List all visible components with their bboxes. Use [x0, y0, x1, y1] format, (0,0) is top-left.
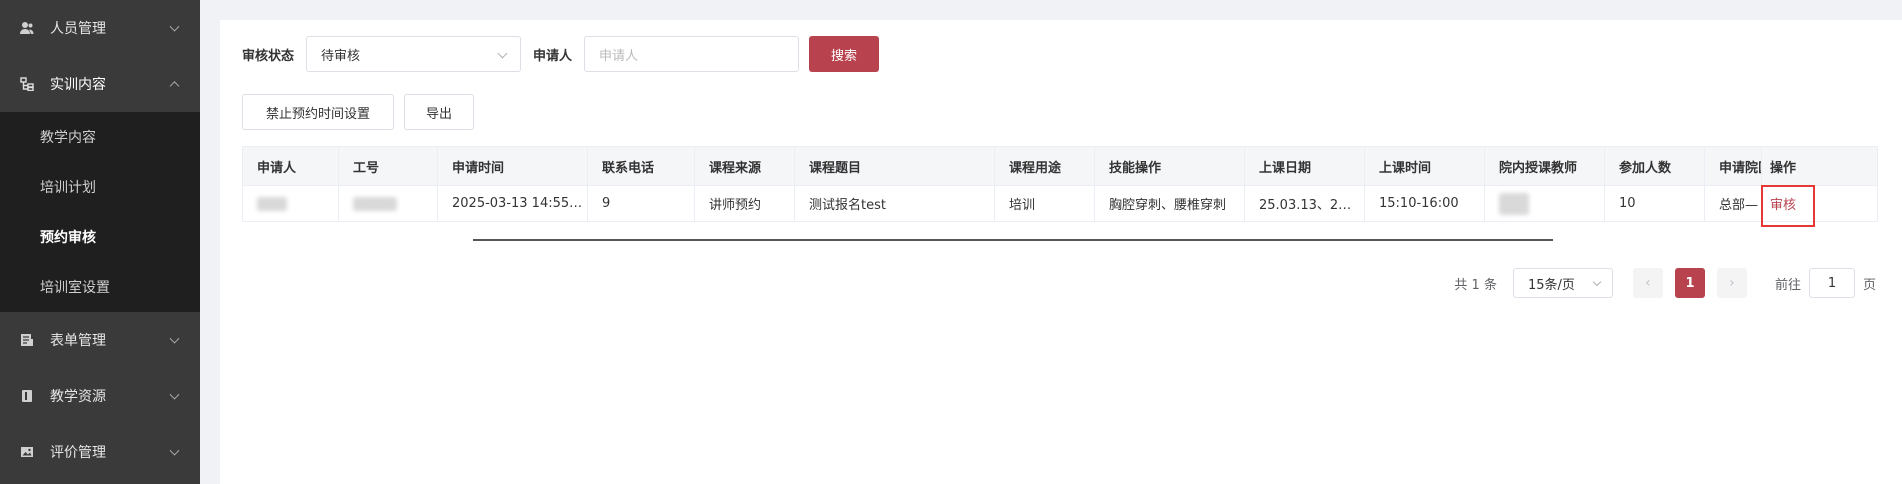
form-icon: [20, 333, 34, 347]
cell-source: 讲师预约: [695, 186, 795, 221]
cell-apply-time: 2025-03-13 14:55…: [438, 186, 588, 221]
next-page-button[interactable]: ›: [1716, 268, 1747, 298]
chevron-down-icon: [169, 333, 180, 344]
chevron-down-icon: [497, 48, 508, 59]
cell-time: 15:10-16:00: [1365, 186, 1485, 221]
chevron-down-icon: [1592, 277, 1602, 287]
page-size-select[interactable]: 15条/页: [1512, 268, 1613, 298]
cell-teacher: [1485, 186, 1605, 221]
submenu-item-booking-review[interactable]: 预约审核: [0, 212, 200, 262]
applicant-filter-label: 申请人: [533, 48, 573, 64]
jump-suffix: 页: [1862, 277, 1876, 293]
main-panel: 审核状态 待审核 申请人 申请人 搜索 禁止预约时间设置 导出 申请人 工号 申…: [220, 20, 1902, 484]
cell-count: 10: [1605, 186, 1705, 221]
column-header[interactable]: 参加人数: [1605, 147, 1705, 185]
cell-applicant: [243, 186, 339, 221]
submenu-item-teaching-content[interactable]: 教学内容: [0, 112, 200, 162]
applicant-input[interactable]: 申请人: [584, 36, 800, 72]
column-header[interactable]: 上课日期: [1245, 147, 1365, 185]
page-jump-input[interactable]: 1: [1808, 268, 1855, 298]
menu-item-evaluation[interactable]: 评价管理: [0, 424, 200, 480]
table-header-row: 申请人 工号 申请时间 联系电话 课程来源 课程题目 课程用途 技能操作 上课日…: [243, 147, 1877, 185]
column-header[interactable]: 技能操作: [1095, 147, 1245, 185]
cell-skills: 胸腔穿刺、腰椎穿刺: [1095, 186, 1245, 221]
chevron-down-icon: [169, 445, 180, 456]
search-button[interactable]: 搜索: [809, 36, 880, 72]
export-button[interactable]: 导出: [404, 94, 474, 130]
jump-prefix: 前往: [1774, 277, 1801, 293]
sidebar: 人员管理 实训内容 教学内容 培训计划 预约审核 培训室设置 表单管理 教学资源…: [0, 0, 200, 484]
column-header[interactable]: 院内授课教师: [1485, 147, 1605, 185]
pagination-total: 共 1 条: [1454, 277, 1497, 293]
menu-item-teaching-resources[interactable]: 教学资源: [0, 368, 200, 424]
column-header[interactable]: 课程题目: [795, 147, 995, 185]
cell-phone: 9: [588, 186, 695, 221]
redacted-job-no: [353, 196, 397, 211]
cell-usage: 培训: [995, 186, 1095, 221]
submenu-item-training-plan[interactable]: 培训计划: [0, 162, 200, 212]
column-header[interactable]: 上课时间: [1365, 147, 1485, 185]
submenu-training-content: 教学内容 培训计划 预约审核 培训室设置: [0, 112, 200, 312]
column-header[interactable]: 申请人: [243, 147, 339, 185]
filter-bar: 审核状态 待审核 申请人 申请人 搜索: [242, 36, 880, 72]
tree-icon: [20, 77, 34, 91]
page-size-value: 15条/页: [1527, 277, 1575, 293]
disable-booking-time-button[interactable]: 禁止预约时间设置: [242, 94, 394, 130]
booking-table: 申请人 工号 申请时间 联系电话 课程来源 课程题目 课程用途 技能操作 上课日…: [242, 146, 1878, 222]
column-header: 操作: [1770, 160, 1797, 176]
column-header[interactable]: 申请时间: [438, 147, 588, 185]
horizontal-scrollbar[interactable]: [473, 239, 1553, 241]
users-icon: [20, 21, 34, 35]
menu-item-personnel[interactable]: 人员管理: [0, 0, 200, 56]
cell-job-no: [339, 186, 438, 221]
column-header[interactable]: 课程来源: [695, 147, 795, 185]
menu-label: 评价管理: [50, 445, 106, 461]
cell-topic: 测试报名test: [795, 186, 995, 221]
column-header[interactable]: 工号: [339, 147, 438, 185]
menu-label: 教学资源: [50, 389, 106, 405]
chevron-up-icon: [169, 81, 180, 92]
table-row: 2025-03-13 14:55… 9 讲师预约 测试报名test 培训 胸腔穿…: [243, 185, 1877, 221]
menu-item-training-content[interactable]: 实训内容: [0, 56, 200, 112]
highlight-box: [1761, 185, 1815, 227]
column-header[interactable]: 申请院区: [1705, 147, 1762, 185]
status-select-value: 待审核: [321, 48, 361, 64]
status-select[interactable]: 待审核: [306, 36, 522, 72]
menu-item-form-management[interactable]: 表单管理: [0, 312, 200, 368]
redacted-applicant: [257, 196, 287, 211]
menu-label: 实训内容: [50, 77, 106, 93]
toolbar: 禁止预约时间设置 导出: [242, 94, 484, 130]
prev-page-button[interactable]: ‹: [1632, 268, 1663, 298]
redacted-teacher: [1499, 192, 1529, 215]
cell-date: 25.03.13、2…: [1245, 186, 1365, 221]
page-number-current[interactable]: 1: [1674, 268, 1705, 298]
column-header[interactable]: 课程用途: [995, 147, 1095, 185]
book-icon: [20, 389, 34, 403]
applicant-input-placeholder: 申请人: [599, 48, 639, 64]
menu-label: 人员管理: [50, 21, 106, 37]
chevron-down-icon: [169, 389, 180, 400]
status-filter-label: 审核状态: [242, 48, 295, 64]
submenu-item-training-room-settings[interactable]: 培训室设置: [0, 262, 200, 312]
chevron-down-icon: [169, 21, 180, 32]
column-header[interactable]: 联系电话: [588, 147, 695, 185]
cell-campus: 总部—: [1705, 186, 1762, 221]
pagination: 共 1 条 15条/页 ‹ 1 › 前往 1 页: [1454, 268, 1876, 298]
image-icon: [20, 445, 34, 459]
menu-label: 表单管理: [50, 333, 106, 349]
